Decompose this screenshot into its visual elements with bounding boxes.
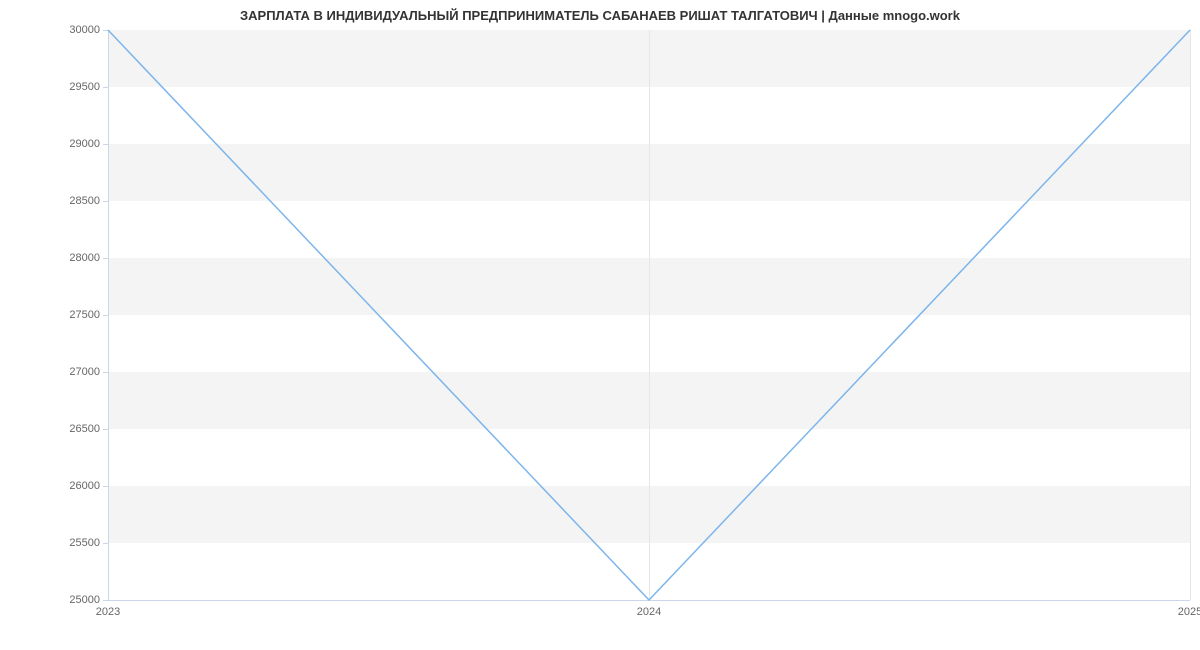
chart-title: ЗАРПЛАТА В ИНДИВИДУАЛЬНЫЙ ПРЕДПРИНИМАТЕЛ… bbox=[0, 0, 1200, 23]
x-tick-label: 2024 bbox=[637, 600, 661, 618]
series-line[interactable] bbox=[108, 30, 1190, 600]
series-layer bbox=[108, 30, 1190, 600]
x-tick-label: 2025 bbox=[1178, 600, 1200, 618]
plot-area[interactable]: 2023202420252500025500260002650027000275… bbox=[108, 30, 1190, 600]
grid-line-vertical bbox=[1190, 30, 1191, 600]
chart-container: ЗАРПЛАТА В ИНДИВИДУАЛЬНЫЙ ПРЕДПРИНИМАТЕЛ… bbox=[0, 0, 1200, 650]
